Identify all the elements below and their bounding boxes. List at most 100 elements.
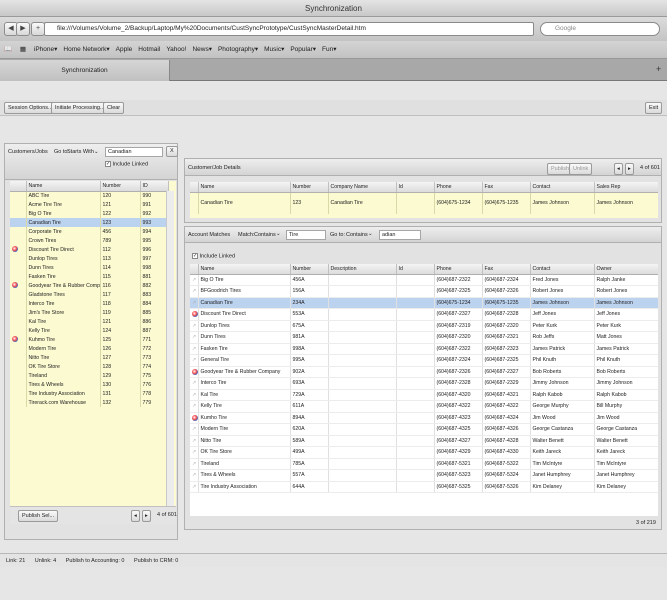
match-col-number[interactable]: Number bbox=[290, 264, 329, 275]
table-row[interactable]: Goodyear Tire & Rubber Company116882 bbox=[10, 281, 169, 290]
table-row[interactable]: Dunn Tires 114 998 bbox=[10, 263, 169, 272]
table-row[interactable]: Kumho Tire 894A (604)687-4323 (604)687-4324… bbox=[190, 412, 658, 424]
detail-col-contact[interactable]: Contact bbox=[530, 182, 595, 193]
match-col-owner[interactable]: Owner bbox=[594, 264, 658, 275]
table-row[interactable]: Gladstone Tires 117 883 bbox=[10, 290, 169, 299]
goto-mode-select[interactable]: Starts With bbox=[67, 149, 94, 155]
link-arrow-icon[interactable]: ↗ bbox=[192, 484, 196, 490]
link-arrow-icon[interactable]: ↗ bbox=[192, 449, 196, 455]
table-row[interactable]: Tirerack.com Warehouse 132 779 bbox=[10, 398, 169, 407]
table-row[interactable]: ↗ Tires & Wheels 557A (604)687-5323 (604)687… bbox=[190, 469, 658, 482]
book-icon[interactable]: 📖 bbox=[4, 46, 12, 53]
include-linked-toggle[interactable]: ✓ Include Linked bbox=[105, 161, 148, 167]
table-row[interactable]: ↗ Kal Tire 729A (604)687-4320 (604)687-4321 R… bbox=[190, 389, 658, 401]
table-row[interactable]: ↗ Tireland 785A (604)687-5321 (604)687-5322 T… bbox=[190, 458, 658, 470]
column-header-name[interactable]: Name bbox=[26, 181, 101, 192]
table-row[interactable]: Tire Industry Association 131 778 bbox=[10, 389, 169, 398]
match-col-fax[interactable]: Fax bbox=[482, 264, 531, 275]
detail-col-rep[interactable]: Sales Rep bbox=[594, 182, 658, 193]
table-row[interactable]: ↗ General Tire 995A (604)687-2324 (604)687-2… bbox=[190, 354, 658, 367]
link-arrow-icon[interactable]: ↗ bbox=[192, 334, 196, 340]
bookmark-item[interactable]: Hotmail bbox=[138, 46, 160, 53]
table-row[interactable]: ABC Tire 120 990 bbox=[10, 191, 169, 200]
table-row[interactable]: ↗ Nitto Tire 589A (604)687-4327 (604)687-432… bbox=[190, 435, 658, 447]
link-arrow-icon[interactable]: ↗ bbox=[192, 392, 196, 398]
bookmark-item[interactable]: Apple bbox=[116, 46, 133, 53]
table-row[interactable]: Corporate Tire 456 994 bbox=[10, 227, 169, 236]
url-bar[interactable]: file:///Volumes/Volume_2/Backup/Laptop/M… bbox=[44, 22, 534, 36]
table-row[interactable]: ↗ Dunn Tires 981A (604)687-2320 (604)687-232… bbox=[190, 331, 658, 344]
match-col-phone[interactable]: Phone bbox=[434, 264, 483, 275]
match-col-id[interactable]: Id bbox=[396, 264, 435, 275]
bookmark-item[interactable]: Photography▾ bbox=[218, 46, 258, 53]
match-col-contact[interactable]: Contact bbox=[530, 264, 595, 275]
initiate-processing-button[interactable]: Initiate Processing... bbox=[51, 102, 109, 114]
table-row[interactable]: Kal Tire 121 886 bbox=[10, 317, 169, 326]
detail-col-number[interactable]: Number bbox=[290, 182, 329, 193]
bookmark-item[interactable]: iPhone▾ bbox=[34, 46, 58, 53]
table-row[interactable]: Dunlop Tires 113 997 bbox=[10, 254, 169, 263]
column-header-id[interactable]: ID bbox=[140, 181, 169, 192]
customers-scrollbar[interactable] bbox=[166, 191, 174, 506]
table-row[interactable]: ↗ Canadian Tire 234A (604)675-1234 (604)675-… bbox=[190, 297, 658, 309]
matches-include-linked-toggle[interactable]: ✓ Include Linked bbox=[192, 253, 235, 259]
new-tab-icon[interactable]: + bbox=[656, 64, 661, 74]
bookmark-item[interactable]: Yahoo! bbox=[166, 46, 186, 53]
detail-col-name[interactable]: Name bbox=[198, 182, 291, 193]
table-row[interactable]: ↗ OK Tire Store 499A (604)687-4329 (604)687-… bbox=[190, 446, 658, 459]
table-row[interactable]: ↗ Tire Industry Association 644A (604)687-5… bbox=[190, 481, 658, 493]
exit-button[interactable]: Exit bbox=[645, 102, 663, 114]
table-row[interactable]: Discount Tire Direct 553A (604)687-2327 (60… bbox=[190, 308, 658, 321]
match-input[interactable]: Tire bbox=[286, 230, 326, 240]
search-input[interactable]: Google bbox=[540, 22, 660, 36]
detail-prev-icon[interactable]: ◂ bbox=[614, 163, 623, 175]
publish-selected-button[interactable]: Publish Sel... bbox=[18, 510, 59, 522]
detail-col-company[interactable]: Company Name bbox=[328, 182, 397, 193]
table-row[interactable]: Acme Tire Tire 121 991 bbox=[10, 200, 169, 209]
bookmark-item[interactable]: Popular▾ bbox=[290, 46, 316, 53]
table-row[interactable]: Crown Tires 789 995 bbox=[10, 236, 169, 245]
table-row[interactable]: ↗ Kelly Tire 611A (604)687-4322 (604)687-432… bbox=[190, 400, 658, 413]
table-row[interactable]: Kelly Tire 124 887 bbox=[10, 326, 169, 335]
table-row[interactable]: Kuhmo Tire 125 771 bbox=[10, 335, 169, 344]
table-row[interactable]: Canadian Tire 123 993 bbox=[10, 218, 169, 227]
grid-icon[interactable]: ▦ bbox=[20, 46, 26, 53]
table-row[interactable]: ↗ BFGoodrich Tires 156A (604)687-2325 (604)6… bbox=[190, 285, 658, 298]
link-arrow-icon[interactable]: ↗ bbox=[192, 380, 196, 386]
detail-col-fax[interactable]: Fax bbox=[482, 182, 531, 193]
link-arrow-icon[interactable]: ↗ bbox=[192, 277, 196, 283]
bookmark-item[interactable]: News▾ bbox=[192, 46, 212, 53]
table-row[interactable]: Jim's Tire Store 119 885 bbox=[10, 308, 169, 317]
detail-col-phone[interactable]: Phone bbox=[434, 182, 483, 193]
link-arrow-icon[interactable]: ↗ bbox=[192, 323, 196, 329]
unlink-button[interactable]: Unlink bbox=[569, 163, 593, 175]
table-row[interactable]: ↗ Modern Tire 620A (604)687-4325 (604)687-43… bbox=[190, 423, 658, 436]
table-row[interactable]: Fasken Tire 115 881 bbox=[10, 272, 169, 281]
table-row[interactable]: Interco Tire 118 884 bbox=[10, 299, 169, 308]
matches-goto-mode-select[interactable]: Contains bbox=[346, 232, 368, 238]
add-bookmark-icon[interactable]: + bbox=[31, 22, 45, 36]
link-arrow-icon[interactable]: ↗ bbox=[192, 300, 196, 306]
goto-input[interactable]: Canadian bbox=[105, 147, 163, 157]
link-arrow-icon[interactable]: ↗ bbox=[192, 357, 196, 363]
matches-goto-input[interactable]: adian bbox=[379, 230, 421, 240]
table-row[interactable]: Goodyear Tire & Rubber Company 902A (604)6… bbox=[190, 366, 658, 378]
link-arrow-icon[interactable]: ↗ bbox=[192, 346, 196, 352]
clear-goto-button[interactable]: X bbox=[166, 146, 178, 157]
column-header-number[interactable]: Number bbox=[100, 181, 141, 192]
table-row[interactable]: ↗ Big O Tire 456A (604)687-2322 (604)687-232… bbox=[190, 274, 658, 286]
table-row[interactable]: ↗ Fasken Tire 998A (604)687-2322 (604)687-23… bbox=[190, 343, 658, 355]
bookmark-item[interactable]: Home Network▾ bbox=[63, 46, 109, 53]
detail-col-id[interactable]: Id bbox=[396, 182, 435, 193]
link-arrow-icon[interactable]: ↗ bbox=[192, 461, 196, 467]
detail-next-icon[interactable]: ▸ bbox=[625, 163, 634, 175]
next-page-icon[interactable]: ▸ bbox=[142, 510, 151, 522]
table-row[interactable]: ↗ Dunlop Tires 675A (604)687-2319 (604)687-2… bbox=[190, 320, 658, 332]
chevron-down-icon[interactable]: ⌄ bbox=[368, 231, 373, 237]
session-options-button[interactable]: Session Options... bbox=[4, 102, 57, 114]
table-row[interactable]: Big O Tire 122 992 bbox=[10, 209, 169, 218]
table-row[interactable]: Nitto Tire 127 773 bbox=[10, 353, 169, 362]
table-row[interactable]: Discount Tire Direct 112 996 bbox=[10, 245, 169, 254]
link-arrow-icon[interactable]: ↗ bbox=[192, 288, 196, 294]
link-arrow-icon[interactable]: ↗ bbox=[192, 438, 196, 444]
